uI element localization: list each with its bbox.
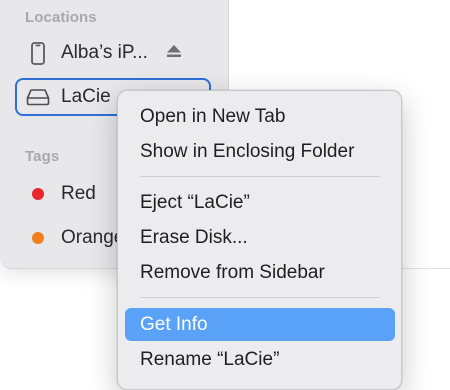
iphone-icon <box>26 41 50 65</box>
sidebar-item-label: Alba’s iP... <box>61 42 148 63</box>
sidebar-item-iphone[interactable]: Alba’s iP... <box>15 34 211 72</box>
menu-separator <box>140 297 380 298</box>
menu-item-get-info[interactable]: Get Info <box>125 308 395 341</box>
context-menu: Open in New Tab Show in Enclosing Folder… <box>117 90 402 390</box>
locations-header: Locations <box>25 9 97 26</box>
eject-icon[interactable] <box>166 44 182 63</box>
menu-item-open-in-new-tab[interactable]: Open in New Tab <box>125 100 395 133</box>
menu-item-eject[interactable]: Eject “LaCie” <box>125 186 395 219</box>
red-tag-dot <box>32 188 44 200</box>
menu-item-remove-from-sidebar[interactable]: Remove from Sidebar <box>125 256 395 289</box>
menu-item-show-in-enclosing-folder[interactable]: Show in Enclosing Folder <box>125 135 395 168</box>
menu-item-rename[interactable]: Rename “LaCie” <box>125 343 395 376</box>
tag-color-icon <box>26 226 50 250</box>
orange-tag-dot <box>32 232 44 244</box>
sidebar-item-label: LaCie <box>61 86 111 107</box>
sidebar-item-label: Red <box>61 183 96 204</box>
external-disk-icon <box>26 85 50 109</box>
sidebar-item-label: Orange <box>61 227 125 248</box>
menu-item-erase-disk[interactable]: Erase Disk... <box>125 221 395 254</box>
tag-color-icon <box>26 182 50 206</box>
menu-separator <box>140 176 380 177</box>
tags-header: Tags <box>25 148 60 165</box>
